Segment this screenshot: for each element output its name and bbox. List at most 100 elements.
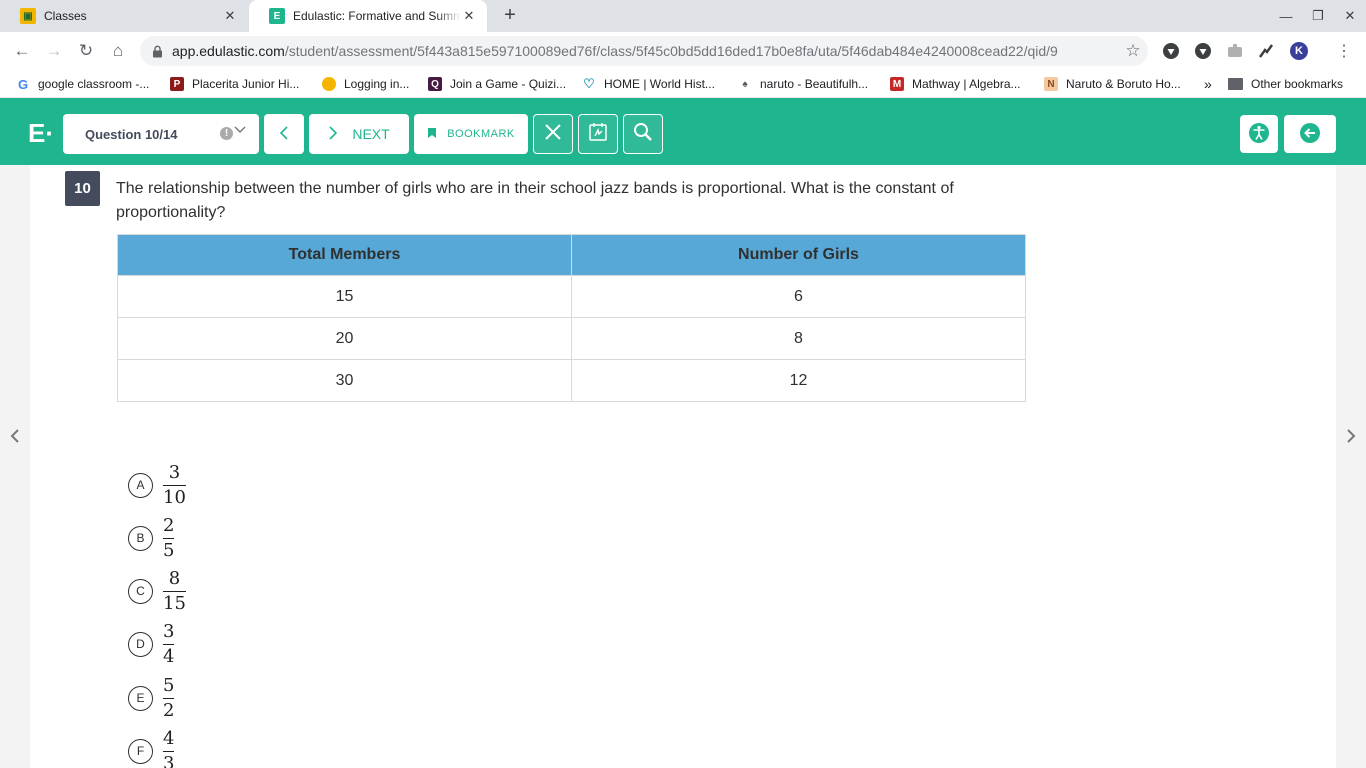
- bookmark-star-icon[interactable]: ☆: [1118, 41, 1148, 61]
- choice-letter[interactable]: B: [128, 525, 153, 551]
- bookmark-item[interactable]: M Mathway | Algebra...: [890, 75, 1021, 93]
- google-classroom-favicon-icon: ▣: [20, 8, 36, 24]
- assessment-header: E· Question 10/14 ! NEXT BOOKMARK: [0, 98, 1366, 165]
- quizizz-icon: Q: [428, 77, 442, 91]
- choice-fraction: 4 3: [163, 727, 175, 768]
- bookmarks-overflow-icon[interactable]: »: [1204, 75, 1212, 93]
- data-table: Total Members Number of Girls 15 6 20 8 …: [117, 234, 1026, 402]
- naruto-boruto-icon: N: [1044, 77, 1058, 91]
- numerator: 5: [163, 674, 175, 696]
- table-cell: 8: [571, 317, 1026, 360]
- denominator: 15: [163, 592, 186, 614]
- chevron-right-icon: [328, 125, 338, 143]
- answer-choice-c[interactable]: C 8 15: [128, 566, 186, 616]
- back-icon[interactable]: ←: [8, 37, 36, 65]
- tab-classes[interactable]: ▣ Classes ✕: [0, 0, 248, 32]
- search-icon: [633, 122, 653, 147]
- eliminate-answer-button[interactable]: [533, 114, 573, 154]
- bookmark-item[interactable]: P Placerita Junior Hi...: [170, 75, 299, 93]
- choice-letter[interactable]: E: [128, 685, 153, 711]
- warning-icon: !: [220, 127, 233, 140]
- restore-icon[interactable]: ❐: [1302, 0, 1334, 32]
- chevron-left-icon: [279, 125, 289, 143]
- left-gutter: [0, 165, 30, 768]
- answer-choice-f[interactable]: F 4 3: [128, 726, 175, 768]
- bookmark-item[interactable]: ♠ naruto - Beautifulh...: [738, 75, 868, 93]
- next-question-button[interactable]: NEXT: [309, 114, 409, 154]
- minimize-icon[interactable]: —: [1270, 0, 1302, 32]
- numerator: 3: [168, 461, 181, 483]
- numerator: 8: [168, 567, 181, 589]
- table-cell: 12: [571, 359, 1026, 402]
- scratchpad-icon: [588, 122, 608, 147]
- denominator: 10: [163, 486, 186, 508]
- bookmark-item[interactable]: Logging in...: [322, 75, 409, 93]
- scratchpad-button[interactable]: [578, 114, 618, 154]
- menu-kebab-icon[interactable]: ⋮: [1334, 41, 1354, 61]
- tab-title: Edulastic: Formative and Summ: [293, 9, 461, 23]
- fraction-bar: [163, 590, 186, 592]
- school-icon: P: [170, 77, 184, 91]
- fraction-bar: [163, 750, 175, 752]
- answer-choice-d[interactable]: D 3 4: [128, 619, 175, 669]
- answer-choice-b[interactable]: B 2 5: [128, 513, 175, 563]
- url-text: app.edulastic.com/student/assessment/5f4…: [172, 43, 1058, 59]
- table-cell: 20: [117, 317, 572, 360]
- close-window-icon[interactable]: ✕: [1334, 0, 1366, 32]
- next-label: NEXT: [352, 126, 390, 142]
- choice-letter[interactable]: F: [128, 738, 153, 764]
- tab-edulastic[interactable]: E Edulastic: Formative and Summ ✕: [249, 0, 487, 32]
- chevron-down-icon: [234, 125, 246, 137]
- exit-arrow-icon: [1299, 122, 1321, 147]
- question-stem: The relationship between the number of g…: [116, 180, 954, 221]
- question-selector-label: Question 10/14: [85, 126, 178, 142]
- tab-close-icon[interactable]: ✕: [461, 8, 477, 24]
- column-header: Total Members: [117, 234, 572, 276]
- lock-icon: [152, 44, 164, 58]
- forward-icon[interactable]: →: [40, 37, 68, 65]
- new-tab-button[interactable]: +: [498, 4, 522, 28]
- extension-icon[interactable]: [1256, 41, 1276, 61]
- bookmark-item[interactable]: N Naruto & Boruto Ho...: [1044, 75, 1181, 93]
- bookmark-item[interactable]: G google classroom -...: [16, 75, 149, 93]
- bookmark-item[interactable]: Q Join a Game - Quizi...: [428, 75, 566, 93]
- tab-close-icon[interactable]: ✕: [222, 8, 238, 24]
- bookmark-label: BOOKMARK: [447, 128, 515, 140]
- bookmark-item[interactable]: ♡ HOME | World Hist...: [582, 75, 715, 93]
- shield-extension-icon[interactable]: [1161, 41, 1181, 61]
- magnifier-button[interactable]: [623, 114, 663, 154]
- choice-letter[interactable]: C: [128, 578, 153, 604]
- shield-extension-icon[interactable]: [1193, 41, 1213, 61]
- table-header-row: Total Members Number of Girls: [117, 234, 1026, 276]
- heart-icon: ♡: [582, 76, 596, 91]
- profile-avatar[interactable]: K: [1289, 41, 1309, 61]
- accessibility-button[interactable]: [1240, 115, 1278, 153]
- numerator: 4: [163, 727, 175, 749]
- home-icon[interactable]: ⌂: [104, 37, 132, 65]
- question-number-badge: 10: [65, 171, 100, 206]
- puzzle-extension-icon[interactable]: [1225, 41, 1245, 61]
- other-bookmarks[interactable]: Other bookmarks: [1228, 75, 1343, 93]
- question-selector[interactable]: Question 10/14 !: [63, 114, 259, 154]
- answer-choice-a[interactable]: A 3 10: [128, 460, 186, 510]
- denominator: 2: [163, 699, 175, 721]
- choice-fraction: 3 4: [163, 621, 175, 668]
- answer-choice-e[interactable]: E 5 2: [128, 673, 175, 723]
- bookmark-button[interactable]: BOOKMARK: [414, 114, 528, 154]
- choice-fraction: 5 2: [163, 674, 175, 722]
- mathway-icon: M: [890, 77, 904, 91]
- right-gutter: [1336, 165, 1366, 768]
- next-page-arrow-icon[interactable]: [1341, 424, 1361, 448]
- choice-fraction: 3 10: [163, 462, 186, 509]
- naruto-icon: ♠: [738, 77, 752, 91]
- reload-icon[interactable]: ↻: [72, 37, 100, 65]
- address-bar[interactable]: app.edulastic.com/student/assessment/5f4…: [140, 36, 1148, 66]
- exit-test-button[interactable]: [1284, 115, 1336, 153]
- choice-fraction: 2 5: [163, 515, 175, 562]
- previous-question-button[interactable]: [264, 114, 304, 154]
- bookmarks-bar: G google classroom -... P Placerita Juni…: [0, 70, 1366, 98]
- previous-page-arrow-icon[interactable]: [5, 424, 25, 448]
- browser-toolbar: ← → ↻ ⌂ app.edulastic.com/student/assess…: [0, 32, 1366, 70]
- choice-letter[interactable]: D: [128, 631, 153, 657]
- choice-letter[interactable]: A: [128, 472, 153, 498]
